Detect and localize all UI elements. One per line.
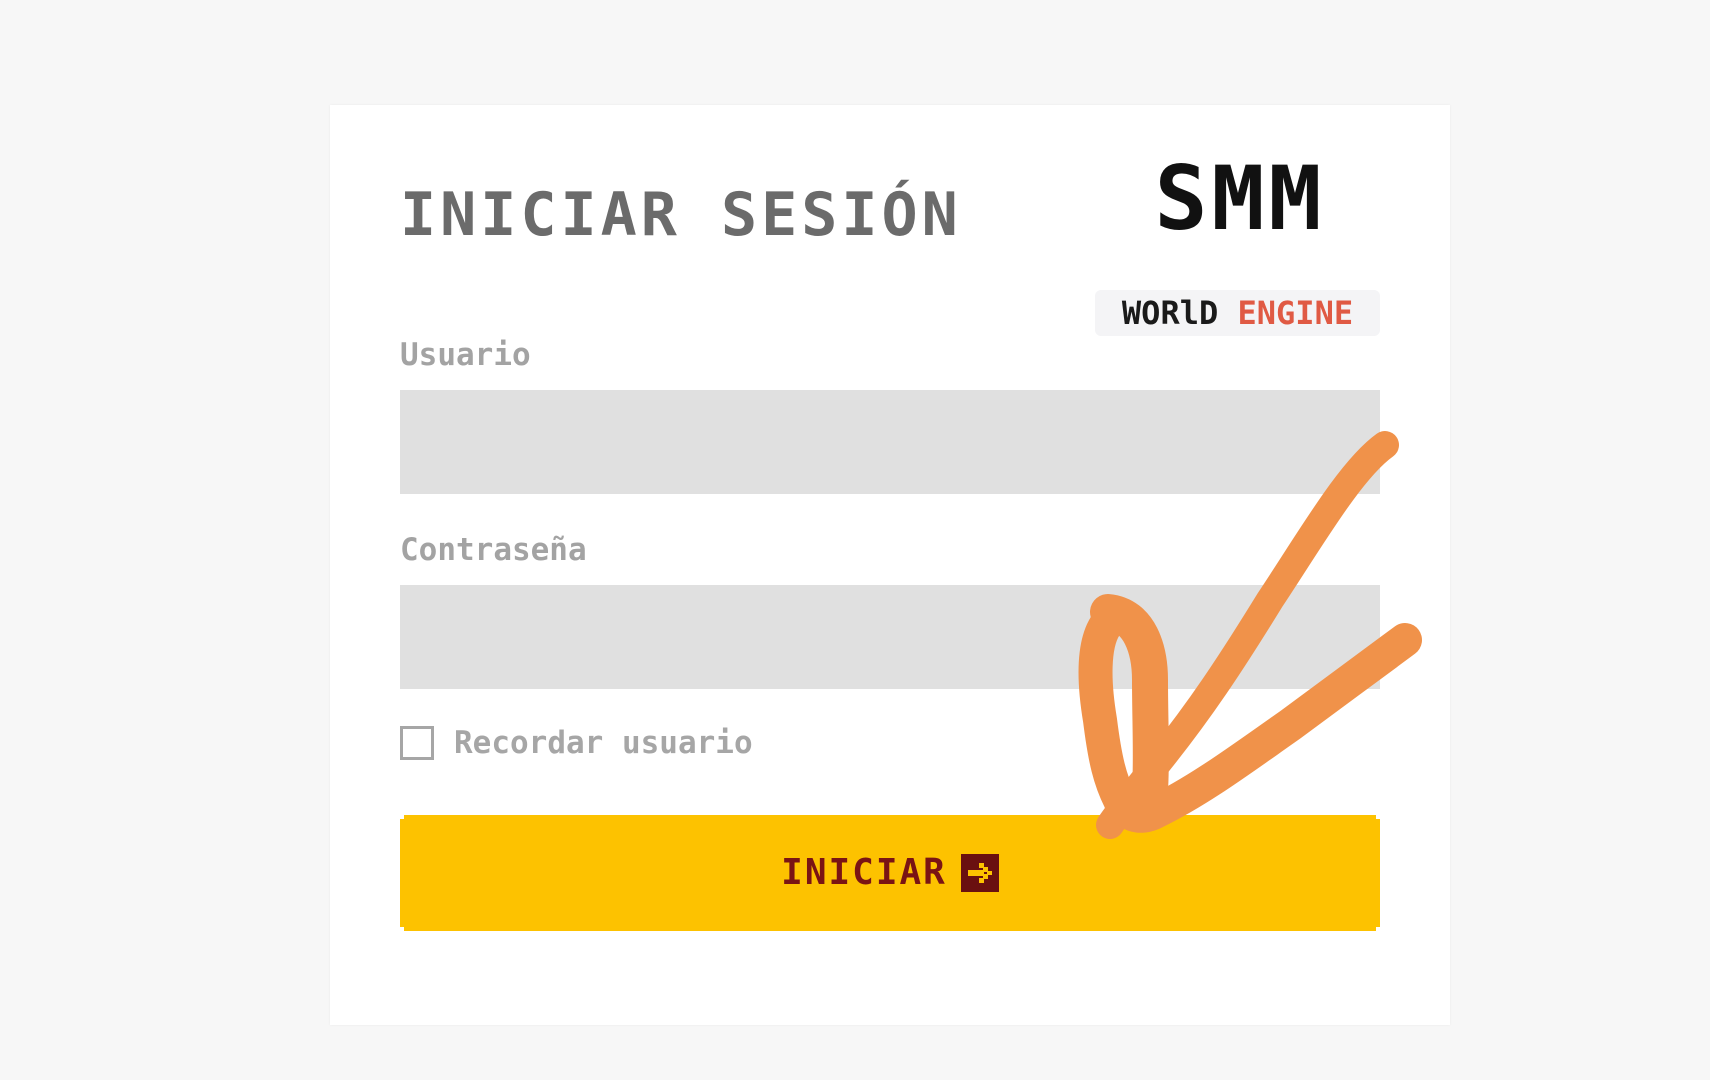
logo-main-text: SMM (1154, 147, 1326, 250)
page-title: INICIAR SESIÓN (400, 180, 962, 250)
page: INICIAR SESIÓN SMM WORlD ENGINE Usuario … (0, 0, 1710, 1080)
login-submit-button[interactable]: INICIAR (400, 815, 1380, 931)
remember-user-label[interactable]: Recordar usuario (454, 727, 753, 759)
login-submit-label: INICIAR (781, 852, 947, 893)
username-label: Usuario (400, 337, 531, 373)
logo-subtitle: WORlD ENGINE (1095, 290, 1380, 336)
username-input[interactable] (400, 390, 1380, 494)
smm-world-engine-logo: SMM WORlD ENGINE (1095, 147, 1385, 336)
remember-user-row[interactable]: Recordar usuario (400, 725, 753, 761)
login-card: INICIAR SESIÓN SMM WORlD ENGINE Usuario … (330, 105, 1450, 1025)
password-input[interactable] (400, 585, 1380, 689)
arrow-right-box-icon (961, 854, 999, 892)
remember-user-checkbox[interactable] (400, 726, 434, 760)
password-label: Contraseña (400, 532, 587, 568)
logo-subtitle-word2: ENGINE (1237, 294, 1354, 332)
logo-subtitle-word1: WORlD (1121, 294, 1219, 332)
